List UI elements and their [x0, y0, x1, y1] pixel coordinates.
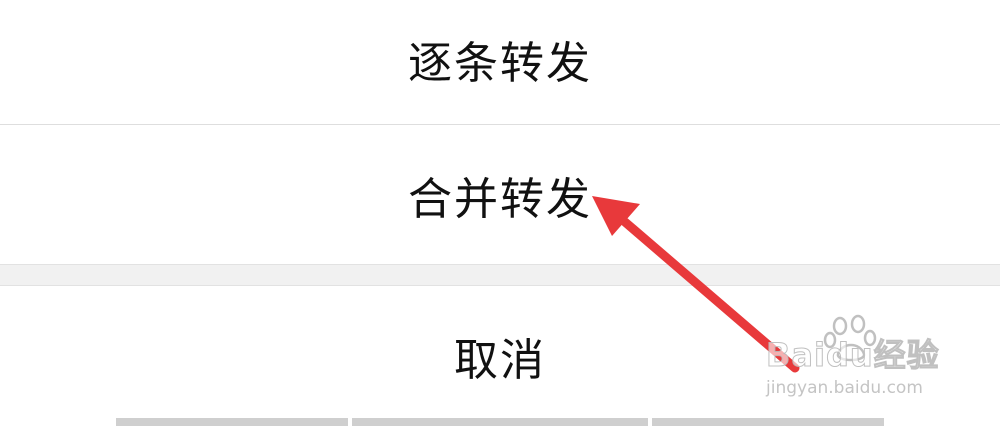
section-gap — [0, 264, 1000, 286]
forward-one-by-one-button[interactable]: 逐条转发 — [0, 0, 1000, 118]
forward-one-by-one-label: 逐条转发 — [408, 38, 592, 89]
cancel-label: 取消 — [454, 335, 546, 386]
merge-forward-button[interactable]: 合并转发 — [0, 126, 1000, 264]
bottom-bar-segment — [352, 418, 648, 426]
action-sheet: 逐条转发 合并转发 取消 — [0, 0, 1000, 426]
divider — [0, 124, 1000, 125]
bottom-bar-segment — [116, 418, 348, 426]
merge-forward-label: 合并转发 — [408, 174, 592, 225]
bottom-bar-segment — [652, 418, 884, 426]
cancel-button[interactable]: 取消 — [0, 286, 1000, 426]
